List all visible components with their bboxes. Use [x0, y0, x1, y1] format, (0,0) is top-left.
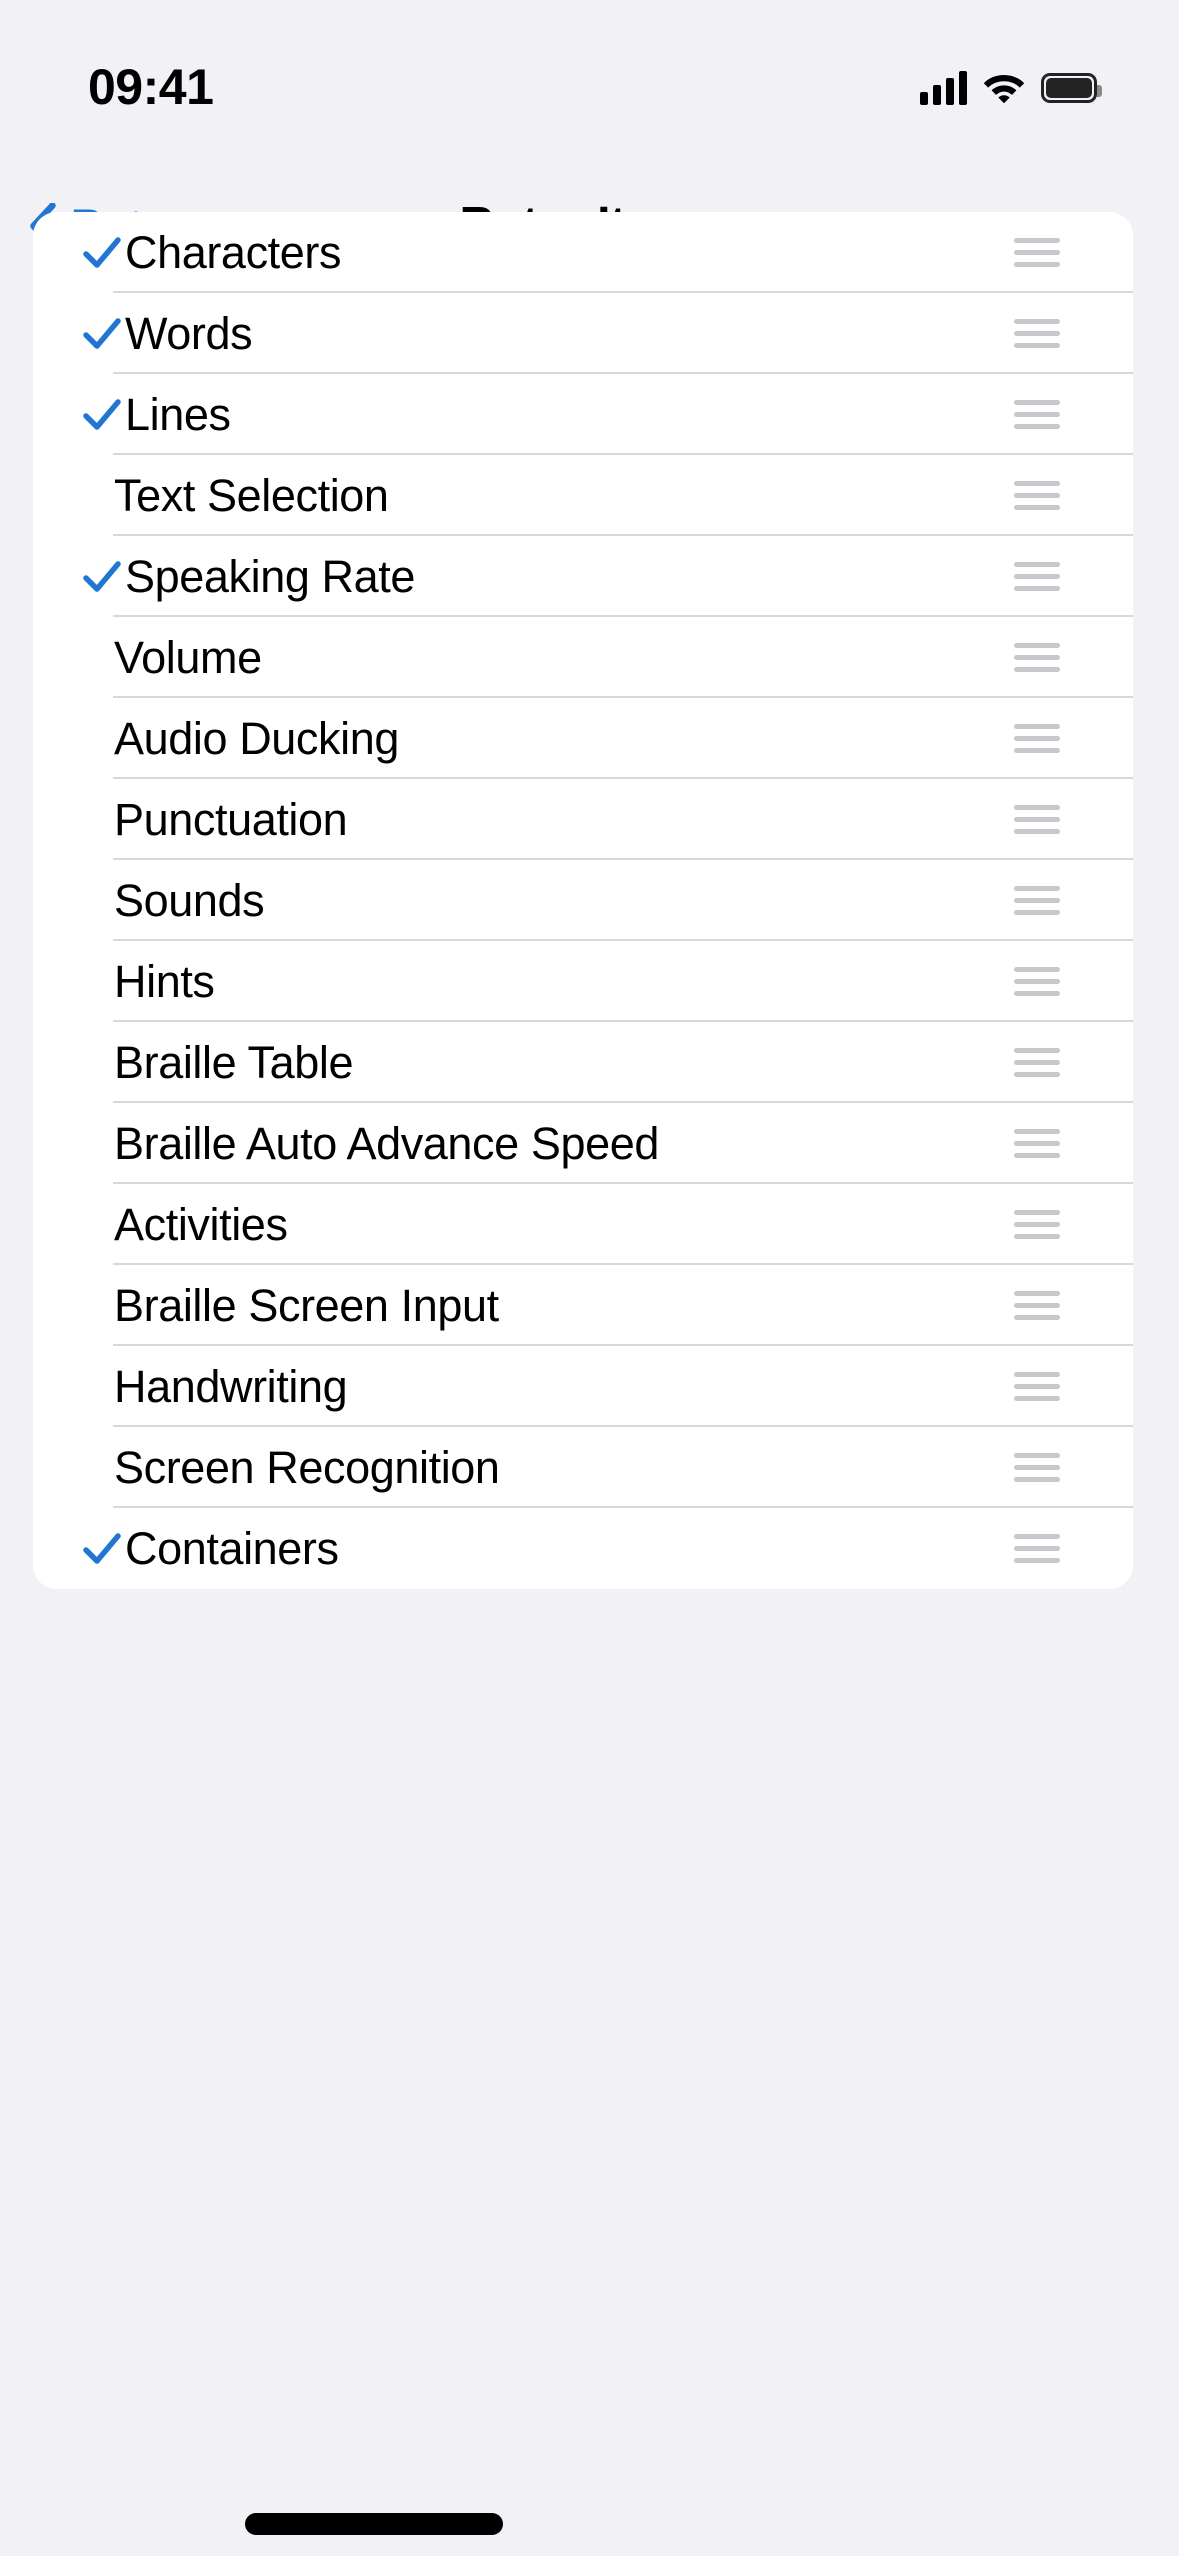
list-item-label: Speaking Rate: [125, 550, 416, 602]
rotor-items-list: Characters Words Lines Text Selection Speaki…: [33, 212, 1133, 1589]
list-item[interactable]: Sounds: [33, 860, 1133, 941]
list-item[interactable]: Punctuation: [33, 779, 1133, 860]
list-item-label: Words: [125, 307, 253, 359]
reorder-handle-icon[interactable]: [1014, 1427, 1060, 1508]
reorder-handle-icon[interactable]: [1014, 374, 1060, 455]
list-item-label: Characters: [125, 226, 342, 278]
reorder-handle-icon[interactable]: [1014, 1103, 1060, 1184]
status-bar: 09:41: [0, 0, 1179, 172]
reorder-handle-icon[interactable]: [1014, 536, 1060, 617]
list-item[interactable]: Lines: [33, 374, 1133, 455]
list-item-label: Containers: [125, 1522, 339, 1574]
list-item-label: Hints: [114, 955, 215, 1007]
wifi-icon: [983, 75, 1025, 104]
list-item-label: Sounds: [114, 874, 265, 926]
list-item-label: Audio Ducking: [114, 712, 399, 764]
list-item-label: Volume: [114, 631, 262, 683]
reorder-handle-icon[interactable]: [1014, 1346, 1060, 1427]
home-indicator: [245, 2513, 503, 2535]
list-item-label: Activities: [114, 1198, 288, 1250]
list-item-label: Lines: [125, 388, 231, 440]
reorder-handle-icon[interactable]: [1014, 617, 1060, 698]
reorder-handle-icon[interactable]: [1014, 1508, 1060, 1589]
list-item[interactable]: Braille Screen Input: [33, 1265, 1133, 1346]
list-item[interactable]: Braille Table: [33, 1022, 1133, 1103]
list-item[interactable]: Braille Auto Advance Speed: [33, 1103, 1133, 1184]
status-bar-time: 09:41: [88, 59, 214, 115]
list-item[interactable]: Text Selection: [33, 455, 1133, 536]
list-item[interactable]: Hints: [33, 941, 1133, 1022]
list-item[interactable]: Audio Ducking: [33, 698, 1133, 779]
list-item[interactable]: Screen Recognition: [33, 1427, 1133, 1508]
reorder-handle-icon[interactable]: [1014, 1184, 1060, 1265]
list-item-label: Handwriting: [114, 1360, 348, 1412]
list-item[interactable]: Words: [33, 293, 1133, 374]
list-item[interactable]: Handwriting: [33, 1346, 1133, 1427]
reorder-handle-icon[interactable]: [1014, 779, 1060, 860]
status-bar-indicators: [920, 60, 1102, 116]
list-item-label: Punctuation: [114, 793, 348, 845]
list-item-label: Braille Table: [114, 1036, 354, 1088]
reorder-handle-icon[interactable]: [1014, 698, 1060, 779]
reorder-handle-icon[interactable]: [1014, 1022, 1060, 1103]
list-item-label: Braille Screen Input: [114, 1279, 499, 1331]
reorder-handle-icon[interactable]: [1014, 293, 1060, 374]
reorder-handle-icon[interactable]: [1014, 941, 1060, 1022]
reorder-handle-icon[interactable]: [1014, 1265, 1060, 1346]
list-item[interactable]: Characters: [33, 212, 1133, 293]
list-item-label: Braille Auto Advance Speed: [114, 1117, 660, 1169]
rotor-items-screen: 09:41 Rotor Rotor Items CharactersWordsL…: [0, 0, 1179, 2556]
battery-full-icon: [1041, 73, 1102, 103]
cellular-bars-icon: [920, 71, 967, 105]
list-item[interactable]: Containers: [33, 1508, 1133, 1589]
list-item[interactable]: Volume: [33, 617, 1133, 698]
list-item[interactable]: Speaking Rate: [33, 536, 1133, 617]
list-item[interactable]: Activities: [33, 1184, 1133, 1265]
reorder-handle-icon[interactable]: [1014, 212, 1060, 293]
reorder-handle-icon[interactable]: [1014, 860, 1060, 941]
list-item-label: Text Selection: [114, 469, 389, 521]
list-item-label: Screen Recognition: [114, 1441, 500, 1493]
reorder-handle-icon[interactable]: [1014, 455, 1060, 536]
